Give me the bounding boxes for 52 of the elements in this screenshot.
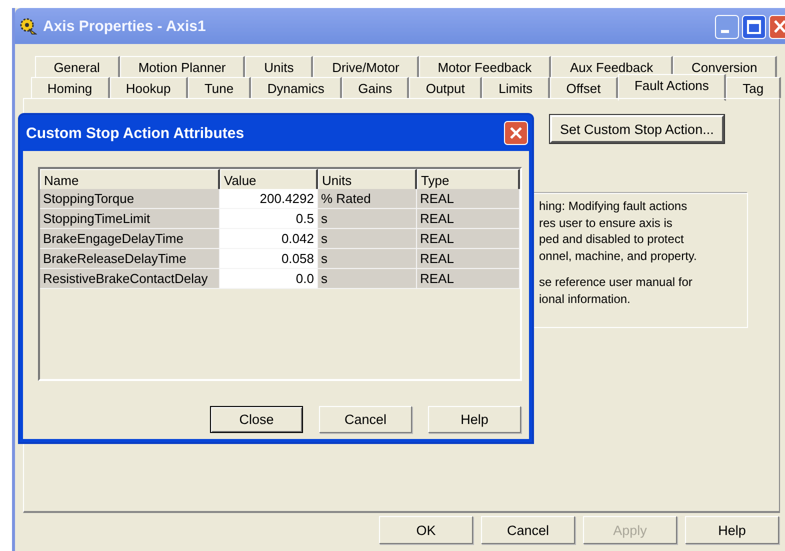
value-field[interactable]: 0.042 <box>220 229 318 249</box>
tab[interactable]: Limits <box>482 77 550 98</box>
tab[interactable]: General <box>35 56 120 77</box>
dialog-button[interactable]: Help <box>685 516 779 544</box>
tab[interactable]: Motor Feedback <box>419 56 552 77</box>
dialog-button[interactable]: Cancel <box>481 516 575 544</box>
tab[interactable]: Conversion <box>672 56 777 77</box>
table-cell: BrakeEngageDelayTime <box>40 229 220 249</box>
table-cell: REAL <box>417 249 520 269</box>
dialog-button[interactable]: OK <box>379 516 473 544</box>
column-header[interactable]: Units <box>318 169 417 191</box>
tab[interactable]: Motion Planner <box>120 56 246 77</box>
dialog-title: Custom Stop Action Attributes <box>26 124 244 142</box>
tab[interactable]: Tune <box>188 77 251 98</box>
table-cell: StoppingTorque <box>40 189 220 209</box>
table-cell: REAL <box>417 269 520 289</box>
table-cell: ResistiveBrakeContactDelay <box>40 269 220 289</box>
tab[interactable]: Fault Actions <box>618 74 726 101</box>
value-field[interactable]: 0.5 <box>220 209 318 229</box>
table-cell: REAL <box>417 189 520 209</box>
table-cell: s <box>318 269 417 289</box>
tab[interactable]: Offset <box>550 77 618 98</box>
tab[interactable]: Tag <box>726 77 781 98</box>
column-header[interactable]: Type <box>417 169 520 191</box>
column-header[interactable]: Value <box>220 169 318 191</box>
window-title: Axis Properties - Axis1 <box>43 18 207 34</box>
table-cell: REAL <box>417 229 520 249</box>
tab[interactable]: Drive/Motor <box>313 56 420 77</box>
dialog-button[interactable]: Cancel <box>319 406 412 433</box>
tab[interactable]: Dynamics <box>250 77 342 98</box>
tab[interactable]: Gains <box>342 77 410 98</box>
value-field[interactable]: 0.058 <box>220 249 318 269</box>
tab[interactable]: Output <box>409 77 482 98</box>
table-cell: % Rated <box>318 189 417 209</box>
table-cell: BrakeReleaseDelayTime <box>40 249 220 269</box>
warning-text: se reference user manual for ional information. <box>539 274 694 307</box>
table-cell: s <box>318 249 417 269</box>
table-cell: StoppingTimeLimit <box>40 209 220 229</box>
warning-text: hing: Modifying fault actions res user to ensure axis is ped and disabled to protect onnel, machine, and property. <box>539 198 698 264</box>
dialog-button[interactable]: Close <box>210 406 303 433</box>
table-cell: s <box>318 229 417 249</box>
tab[interactable]: Units <box>245 56 314 77</box>
tab[interactable]: Aux Feedback <box>551 56 673 77</box>
tab[interactable]: Homing <box>31 77 110 98</box>
tab[interactable]: Hookup <box>110 77 188 98</box>
set-custom-stop-action-button[interactable]: Set Custom Stop Action... <box>550 115 724 143</box>
table-cell: s <box>318 209 417 229</box>
table-cell: REAL <box>417 209 520 229</box>
value-field[interactable]: 200.4292 <box>220 189 318 209</box>
value-field[interactable]: 0.0 <box>220 269 318 289</box>
dialog-button[interactable]: Help <box>428 406 521 433</box>
column-header[interactable]: Name <box>40 169 220 191</box>
